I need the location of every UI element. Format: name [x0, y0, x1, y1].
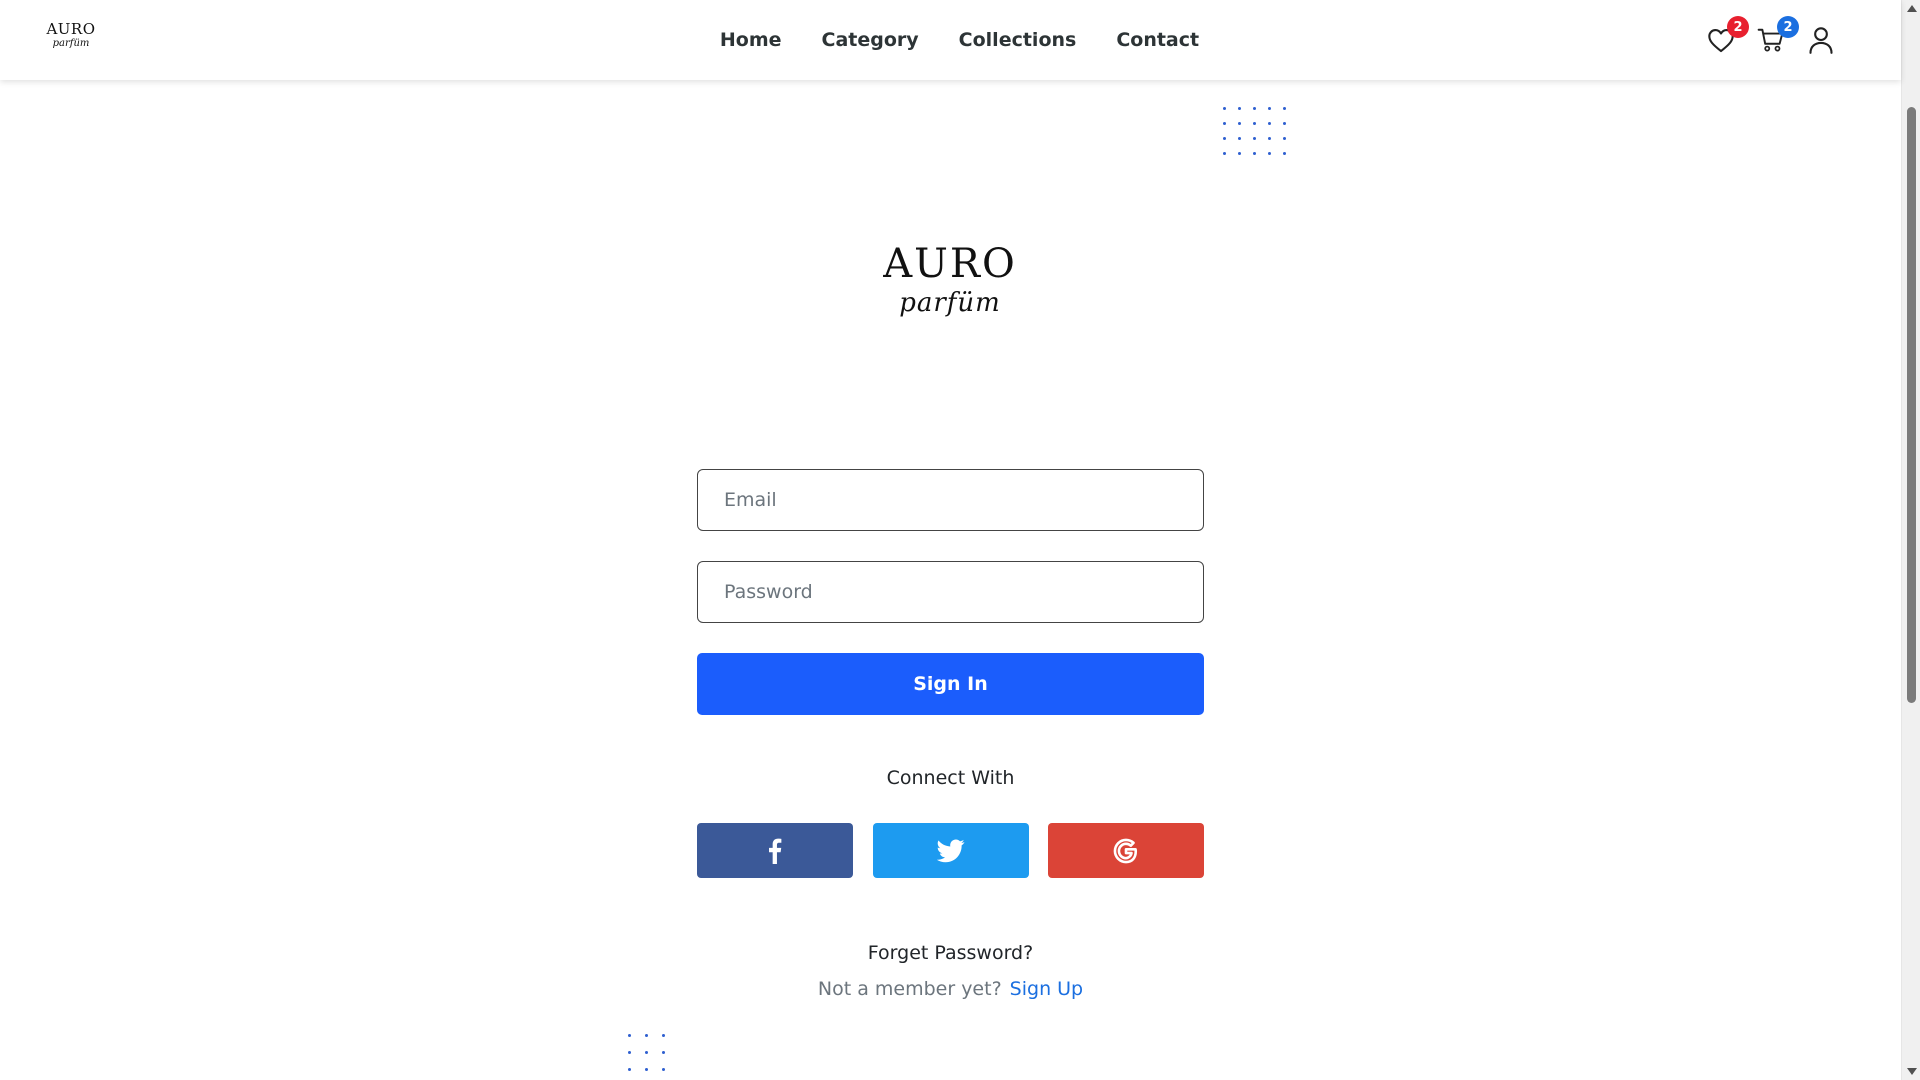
sign-in-button[interactable]: Sign In	[697, 653, 1204, 715]
brand-logo-wordmark: AURO	[883, 241, 1017, 287]
sign-up-link[interactable]: Sign Up	[1010, 978, 1083, 1000]
connect-with-label: Connect With	[886, 767, 1015, 789]
scroll-up-arrow-icon[interactable]	[1902, 0, 1920, 17]
user-icon	[1809, 27, 1833, 54]
wishlist-count-badge: 2	[1727, 16, 1749, 38]
google-login-button[interactable]	[1048, 823, 1204, 878]
page: AURO parfüm Home Category Collections Co…	[0, 0, 1920, 1080]
signup-prompt: Not a member yet? Sign Up	[697, 978, 1204, 1000]
vertical-scrollbar[interactable]	[1901, 0, 1920, 1080]
email-field[interactable]	[697, 469, 1204, 531]
nav-contact[interactable]: Contact	[1116, 29, 1199, 51]
facebook-icon	[769, 838, 782, 864]
main-nav: Home Category Collections Contact	[0, 0, 1901, 80]
social-login-group	[697, 823, 1204, 878]
twitter-login-button[interactable]	[872, 823, 1029, 878]
header-actions: 2 2	[1707, 16, 1835, 56]
member-prompt-text: Not a member yet?	[817, 978, 1002, 1000]
scrollbar-thumb[interactable]	[1907, 107, 1916, 703]
decorative-dots-bottom	[628, 1034, 665, 1071]
scroll-down-arrow-icon[interactable]	[1902, 1063, 1920, 1080]
decorative-dots-top	[1223, 107, 1286, 155]
account-button[interactable]	[1807, 24, 1835, 56]
nav-collections[interactable]: Collections	[959, 29, 1077, 51]
wishlist-button[interactable]: 2	[1707, 16, 1749, 56]
facebook-login-button[interactable]	[697, 823, 853, 878]
login-form: Sign In Connect With Forget Password?	[697, 469, 1204, 1000]
brand-logo: AURO parfüm	[820, 244, 1080, 318]
brand-logo-tagline: parfüm	[899, 288, 1001, 318]
nav-home[interactable]: Home	[720, 29, 782, 51]
nav-category[interactable]: Category	[822, 29, 919, 51]
cart-button[interactable]: 2	[1757, 16, 1799, 56]
top-navbar: AURO parfüm Home Category Collections Co…	[0, 0, 1901, 80]
cart-count-badge: 2	[1777, 16, 1799, 38]
twitter-icon	[936, 838, 965, 862]
password-field[interactable]	[697, 561, 1204, 623]
forget-password-link[interactable]: Forget Password?	[697, 942, 1204, 964]
google-icon	[1113, 838, 1138, 863]
